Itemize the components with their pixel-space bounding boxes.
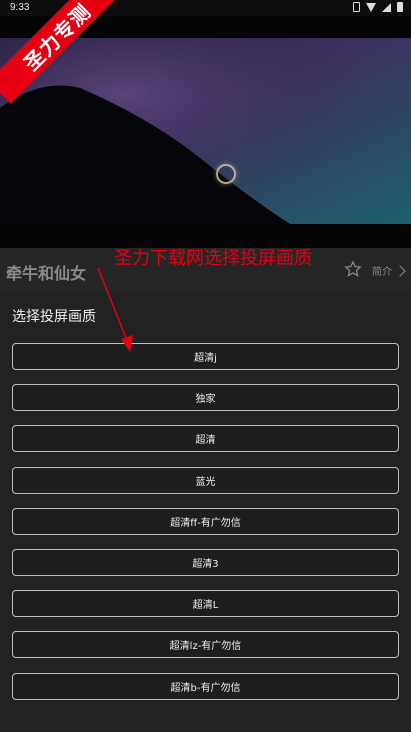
quality-option-button[interactable]: 蓝光 — [12, 466, 399, 494]
status-icons — [353, 2, 403, 12]
intro-link[interactable]: 简介 — [372, 263, 406, 278]
video-frame — [0, 38, 411, 224]
movie-title: 牵牛和仙女 — [6, 264, 87, 283]
signal-icon — [382, 2, 391, 12]
quality-option-button[interactable]: 超清L — [12, 590, 399, 618]
intro-label: 简介 — [372, 267, 392, 278]
star-icon[interactable] — [344, 260, 362, 278]
quality-option-button[interactable]: 独家 — [12, 384, 399, 412]
quality-options: 超清j 独家 超清 蓝光 超清ff-有广勿信 超清3 超清L 超清lz-有广勿信… — [12, 343, 399, 714]
quality-option-button[interactable]: 超清ff-有广勿信 — [12, 507, 399, 535]
sheet-title: 选择投屏画质 — [12, 309, 96, 325]
annotation-text: 圣力下载网选择投屏画质 — [114, 248, 312, 269]
wifi-icon — [366, 2, 376, 12]
quality-option-button[interactable]: 超清j — [12, 343, 399, 370]
battery-icon — [397, 2, 403, 12]
quality-sheet: 选择投屏画质 超清j 独家 超清 蓝光 超清ff-有广勿信 超清3 超清L 超清… — [0, 292, 411, 732]
quality-option-button[interactable]: 超清 — [12, 425, 399, 453]
vibrate-icon — [353, 2, 360, 12]
quality-option-button[interactable]: 超清lz-有广勿信 — [12, 631, 399, 659]
chevron-right-icon — [394, 264, 406, 277]
status-time: 9:33 — [10, 2, 30, 13]
quality-option-button[interactable]: 超清3 — [12, 548, 399, 576]
quality-option-button[interactable]: 超清b-有广勿信 — [12, 672, 399, 700]
loading-icon — [216, 164, 236, 184]
